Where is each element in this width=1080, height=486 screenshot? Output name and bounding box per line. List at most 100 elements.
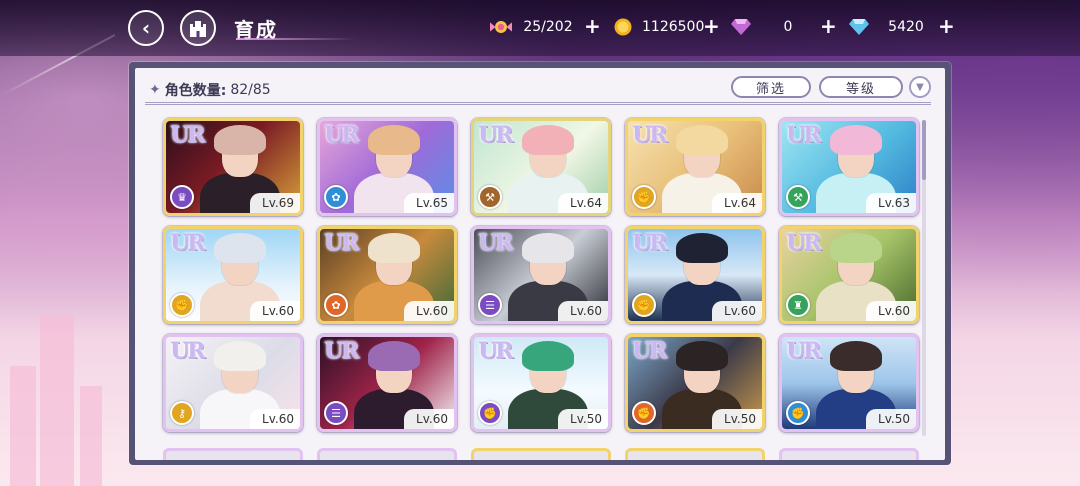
character-count-value: 82/85 bbox=[230, 82, 271, 98]
blue-diamond-icon bbox=[848, 16, 870, 38]
character-hair bbox=[522, 233, 574, 263]
character-level: Lv.60 bbox=[250, 301, 300, 321]
fist-icon: ✊ bbox=[170, 293, 194, 317]
character-level: Lv.60 bbox=[404, 409, 454, 429]
character-card[interactable]: UR ✊ Lv.64 bbox=[625, 118, 765, 216]
character-hair bbox=[214, 233, 266, 263]
resource-blue-diamond: 5420 bbox=[848, 14, 934, 40]
candy-count: 25/202 bbox=[523, 19, 573, 35]
add-gold-button[interactable]: + bbox=[703, 13, 720, 39]
rarity-badge: UR bbox=[324, 230, 359, 256]
character-card[interactable]: UR ☰ Lv.60 bbox=[317, 334, 457, 432]
character-card[interactable]: UR ☰ Lv.60 bbox=[471, 226, 611, 324]
character-level: Lv.60 bbox=[558, 301, 608, 321]
key-icon: ⚷ bbox=[170, 401, 194, 425]
character-card[interactable]: UR ✊ Lv.50 bbox=[779, 334, 919, 432]
character-hair bbox=[676, 341, 728, 371]
add-candy-button[interactable]: + bbox=[584, 13, 601, 39]
character-hair bbox=[830, 341, 882, 371]
character-card-partial[interactable] bbox=[779, 448, 919, 460]
character-card[interactable]: UR ✊ Lv.50 bbox=[471, 334, 611, 432]
character-count: ✦ 角色数量: 82/85 bbox=[149, 80, 271, 100]
character-level: Lv.64 bbox=[712, 193, 762, 213]
character-panel: ✦ 角色数量: 82/85 筛选 等级 ▼ UR ♛ Lv.69 UR ✿ Lv.65 UR… bbox=[129, 62, 951, 465]
book-icon: ☰ bbox=[478, 293, 502, 317]
character-hair bbox=[368, 125, 420, 155]
resource-candy: 25/202 bbox=[490, 14, 576, 40]
character-level: Lv.60 bbox=[404, 301, 454, 321]
character-card-partial[interactable] bbox=[471, 448, 611, 460]
character-hair bbox=[214, 341, 266, 371]
character-card[interactable]: UR ♛ Lv.69 bbox=[163, 118, 303, 216]
fist-icon: ✊ bbox=[478, 401, 502, 425]
character-card-partial[interactable] bbox=[625, 448, 765, 460]
character-level: Lv.60 bbox=[866, 301, 916, 321]
character-card[interactable]: UR ✊ Lv.50 bbox=[625, 334, 765, 432]
character-level: Lv.60 bbox=[250, 409, 300, 429]
rarity-badge: UR bbox=[478, 122, 513, 148]
character-hair bbox=[522, 125, 574, 155]
character-card[interactable]: UR ✊ Lv.60 bbox=[625, 226, 765, 324]
pink-diamond-icon bbox=[730, 16, 752, 38]
back-arrow-icon: ‹ bbox=[141, 16, 151, 40]
resource-pink-diamond: 0 bbox=[730, 14, 816, 40]
character-hair bbox=[368, 341, 420, 371]
fist-icon: ✊ bbox=[632, 293, 656, 317]
character-card[interactable]: UR ⚒ Lv.63 bbox=[779, 118, 919, 216]
home-button[interactable] bbox=[180, 10, 216, 46]
rarity-badge: UR bbox=[786, 122, 821, 148]
fist-icon: ✊ bbox=[632, 185, 656, 209]
character-card-partial[interactable] bbox=[317, 448, 457, 460]
character-hair bbox=[676, 125, 728, 155]
character-card-partial[interactable] bbox=[163, 448, 303, 460]
book-icon: ☰ bbox=[324, 401, 348, 425]
character-hair bbox=[830, 125, 882, 155]
header-divider bbox=[145, 102, 931, 105]
resource-gold: 1126500 bbox=[612, 14, 704, 40]
character-level: Lv.60 bbox=[712, 301, 762, 321]
castle-icon bbox=[190, 21, 206, 37]
back-button[interactable]: ‹ bbox=[128, 10, 164, 46]
sort-order-button[interactable]: ▼ bbox=[909, 76, 931, 98]
palette-icon: ✿ bbox=[324, 293, 348, 317]
filter-button[interactable]: 筛选 bbox=[731, 76, 811, 98]
character-card[interactable]: UR ✿ Lv.60 bbox=[317, 226, 457, 324]
character-hair bbox=[830, 233, 882, 263]
character-level: Lv.64 bbox=[558, 193, 608, 213]
character-card[interactable]: UR ⚷ Lv.60 bbox=[163, 334, 303, 432]
crown-icon: ♛ bbox=[170, 185, 194, 209]
pink-diamond-count: 0 bbox=[783, 19, 793, 35]
palette-icon: ✿ bbox=[324, 185, 348, 209]
rarity-badge: UR bbox=[786, 230, 821, 256]
rarity-badge: UR bbox=[170, 230, 205, 256]
character-hair bbox=[676, 233, 728, 263]
fist-icon: ✊ bbox=[632, 401, 656, 425]
rarity-badge: UR bbox=[170, 338, 205, 364]
rarity-badge: UR bbox=[632, 338, 667, 364]
sort-level-button[interactable]: 等级 bbox=[819, 76, 903, 98]
gold-coin-icon bbox=[612, 16, 634, 38]
character-panel-inner: ✦ 角色数量: 82/85 筛选 等级 ▼ UR ♛ Lv.69 UR ✿ Lv.65 UR… bbox=[135, 68, 945, 460]
rarity-badge: UR bbox=[632, 122, 667, 148]
grid-scrollbar[interactable] bbox=[922, 120, 926, 436]
character-count-label: 角色数量: bbox=[164, 83, 227, 99]
rarity-badge: UR bbox=[632, 230, 667, 256]
add-blue-diamond-button[interactable]: + bbox=[938, 13, 955, 39]
character-card[interactable]: UR ♜ Lv.60 bbox=[779, 226, 919, 324]
rarity-badge: UR bbox=[324, 338, 359, 364]
character-level: Lv.63 bbox=[866, 193, 916, 213]
title-decoration bbox=[236, 38, 356, 40]
sparkle-icon: ✦ bbox=[149, 82, 161, 98]
candy-icon bbox=[490, 16, 512, 38]
rarity-badge: UR bbox=[324, 122, 359, 148]
character-level: Lv.69 bbox=[250, 193, 300, 213]
character-card[interactable]: UR ⚒ Lv.64 bbox=[471, 118, 611, 216]
character-card[interactable]: UR ✊ Lv.60 bbox=[163, 226, 303, 324]
character-grid: UR ♛ Lv.69 UR ✿ Lv.65 UR ⚒ Lv.64 UR ✊ Lv.64 UR ⚒ Lv.63… bbox=[163, 118, 921, 460]
add-pink-diamond-button[interactable]: + bbox=[820, 13, 837, 39]
rarity-badge: UR bbox=[478, 230, 513, 256]
character-card[interactable]: UR ✿ Lv.65 bbox=[317, 118, 457, 216]
rarity-badge: UR bbox=[478, 338, 513, 364]
hat-icon: ♜ bbox=[786, 293, 810, 317]
grid-scroll-thumb[interactable] bbox=[922, 120, 926, 180]
